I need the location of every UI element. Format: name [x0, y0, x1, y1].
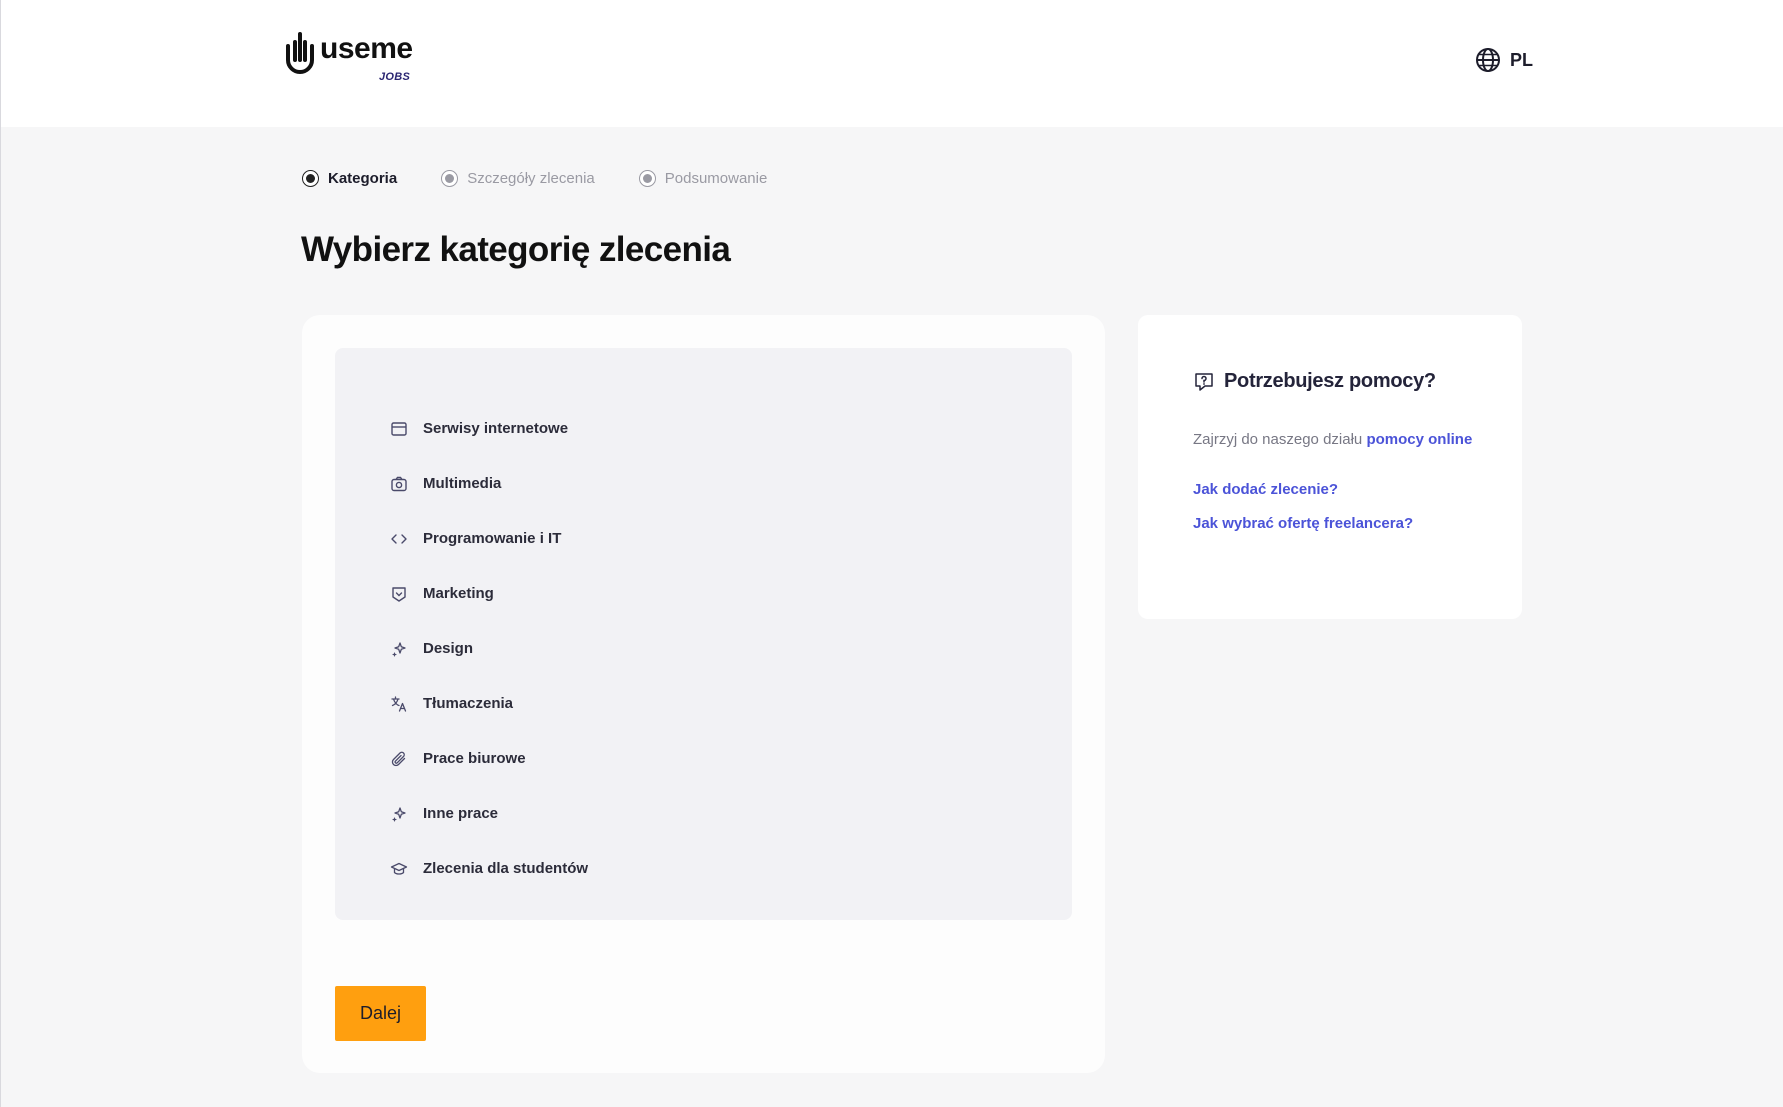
category-list: Serwisy internetowe Multimedia Programow…	[335, 348, 1072, 920]
how-to-choose-offer-link[interactable]: Jak wybrać ofertę freelancera?	[1193, 515, 1522, 532]
translate-icon	[391, 695, 407, 712]
step-radio-icon	[638, 170, 656, 187]
help-text-prefix: Zajrzyj do naszego działu	[1193, 431, 1367, 448]
category-label: Serwisy internetowe	[423, 420, 569, 437]
category-label: Multimedia	[423, 475, 502, 492]
help-description: Zajrzyj do naszego działu pomocy online	[1193, 431, 1522, 448]
useme-logo[interactable]: useme JOBS	[284, 30, 419, 86]
camera-icon	[391, 476, 407, 491]
how-to-add-job-link[interactable]: Jak dodać zlecenie?	[1193, 481, 1522, 498]
category-item-tlumaczenia[interactable]: Tłumaczenia	[335, 676, 1072, 731]
logo-subtitle: JOBS	[379, 71, 411, 83]
category-label: Marketing	[423, 585, 494, 602]
category-item-programowanie[interactable]: Programowanie i IT	[335, 511, 1072, 566]
category-label: Programowanie i IT	[423, 530, 562, 547]
category-item-inne-prace[interactable]: Inne prace	[335, 786, 1072, 841]
category-label: Tłumaczenia	[423, 695, 514, 712]
page-title: Wybierz kategorię zlecenia	[301, 230, 731, 269]
language-label: PL	[1510, 49, 1534, 70]
step-label: Szczegóły zlecenia	[467, 170, 595, 187]
help-question-icon	[1195, 372, 1213, 391]
graduation-cap-icon	[390, 862, 408, 875]
category-label: Design	[423, 640, 474, 657]
category-item-prace-biurowe[interactable]: Prace biurowe	[335, 731, 1072, 786]
category-label: Zlecenia dla studentów	[423, 860, 589, 877]
globe-icon	[1476, 48, 1500, 72]
sparkles-icon	[392, 806, 406, 822]
category-item-marketing[interactable]: Marketing	[335, 566, 1072, 621]
paperclip-icon	[391, 751, 406, 766]
sparkles-icon	[392, 641, 406, 657]
help-card: Potrzebujesz pomocy? Zajrzyj do naszego …	[1138, 315, 1522, 619]
step-radio-icon	[302, 170, 319, 187]
category-label: Prace biurowe	[423, 750, 526, 767]
hand-logo-icon	[286, 32, 314, 74]
top-bar: useme JOBS PL	[1, 0, 1783, 127]
logo-text: useme	[320, 32, 413, 65]
step-label: Kategoria	[328, 170, 398, 187]
help-title: Potrzebujesz pomocy?	[1224, 370, 1436, 392]
category-item-multimedia[interactable]: Multimedia	[335, 456, 1072, 511]
category-item-serwisy-internetowe[interactable]: Serwisy internetowe	[335, 401, 1072, 456]
help-heading: Potrzebujesz pomocy?	[1193, 370, 1522, 393]
language-switcher[interactable]: PL	[1475, 47, 1533, 73]
step-szczegoly: Szczegóły zlecenia	[441, 170, 595, 187]
step-kategoria: Kategoria	[302, 170, 397, 187]
step-radio-icon	[441, 170, 459, 187]
progress-stepper: Kategoria Szczegóły zlecenia Podsumowani…	[302, 170, 811, 187]
category-item-studenci[interactable]: Zlecenia dla studentów	[335, 841, 1072, 896]
step-label: Podsumowanie	[664, 170, 768, 187]
browser-window-icon	[391, 421, 407, 436]
next-button[interactable]: Dalej	[335, 986, 426, 1041]
badge-icon	[392, 586, 406, 602]
category-card: Serwisy internetowe Multimedia Programow…	[302, 315, 1105, 1073]
help-online-link[interactable]: pomocy online	[1366, 431, 1472, 448]
category-label: Inne prace	[423, 805, 499, 822]
category-item-design[interactable]: Design	[335, 621, 1072, 676]
step-podsumowanie: Podsumowanie	[638, 170, 768, 187]
code-icon	[391, 533, 407, 544]
